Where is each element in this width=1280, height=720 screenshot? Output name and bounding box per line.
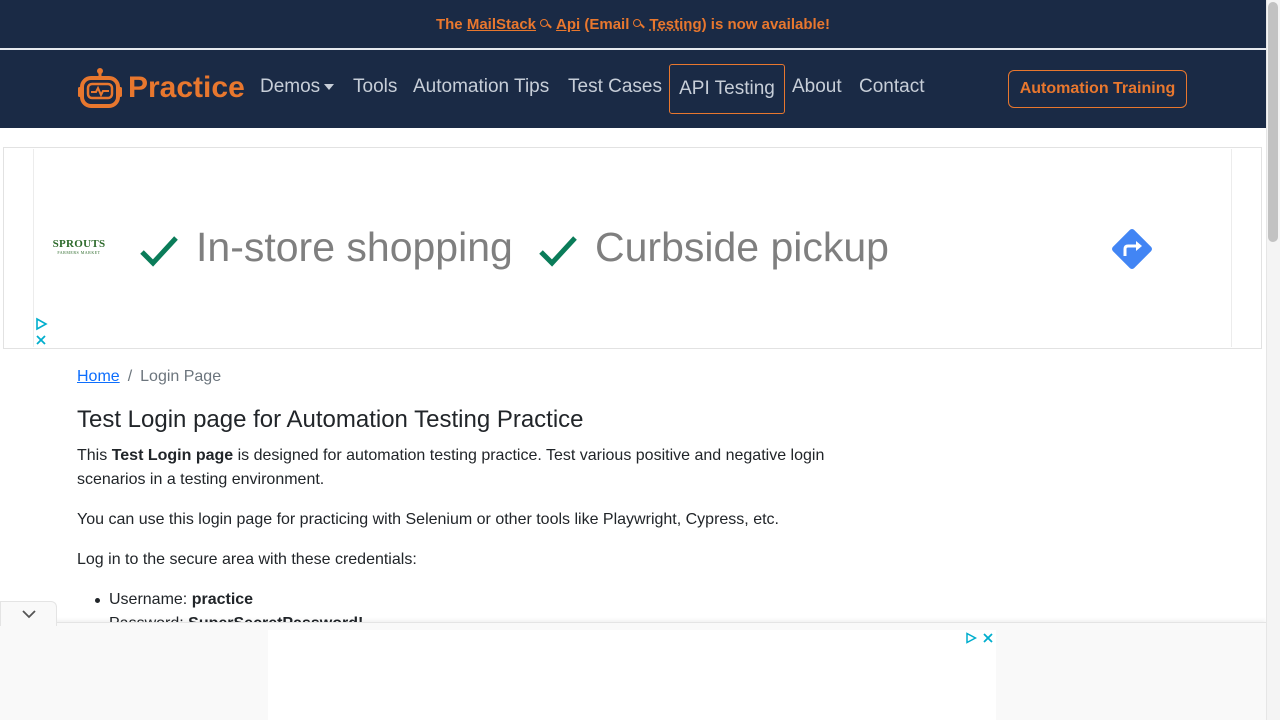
ad-choices-icon[interactable] — [34, 317, 48, 331]
intro-text-before: This — [77, 447, 108, 464]
directions-icon[interactable] — [1107, 224, 1157, 274]
breadcrumb-separator: / — [127, 368, 133, 385]
tools-paragraph: You can use this login page for practici… — [77, 511, 779, 528]
chevron-down-icon — [21, 610, 36, 619]
page: The MailStack Api (Email Testing ) is no… — [0, 0, 1280, 720]
ad-choices-icon[interactable] — [965, 632, 977, 644]
nav-automation-tips[interactable]: Automation Tips — [413, 76, 549, 98]
breadcrumb-home-link[interactable]: Home — [77, 368, 120, 386]
credential-label: Username: — [109, 591, 188, 608]
intro-bold: Test Login page — [111, 447, 234, 464]
nav-about[interactable]: About — [792, 76, 842, 98]
scrollbar-thumb[interactable] — [1268, 2, 1278, 242]
bottom-ad-content[interactable] — [268, 630, 996, 720]
ad-close-icon[interactable] — [982, 632, 994, 644]
caret-down-icon — [324, 83, 335, 90]
breadcrumb: Home / Login Page — [77, 368, 221, 386]
api-link[interactable]: Api — [556, 16, 580, 33]
ad-feature-in-store: In-store shopping — [196, 224, 513, 270]
credentials-intro: Log in to the secure area with these cre… — [77, 551, 417, 568]
page-title: Test Login page for Automation Testing P… — [77, 406, 584, 433]
key-icon — [633, 18, 645, 30]
navbar: Practice Demos Tools Automation Tips Tes… — [0, 50, 1266, 128]
breadcrumb-current: Login Page — [140, 368, 222, 385]
username-value: practice — [191, 591, 254, 608]
announcement-bar: The MailStack Api (Email Testing ) is no… — [0, 0, 1266, 48]
robot-logo-icon — [78, 68, 122, 108]
ad-close-icon[interactable] — [34, 333, 48, 347]
brand-link[interactable]: Practice — [78, 66, 245, 110]
advertiser-subtitle: FARMERS MARKET — [57, 250, 101, 255]
nav-tools[interactable]: Tools — [353, 76, 397, 98]
nav-contact[interactable]: Contact — [859, 76, 924, 98]
nav-test-cases[interactable]: Test Cases — [568, 76, 662, 98]
nav-api-testing[interactable]: API Testing — [669, 64, 785, 114]
mailstack-link[interactable]: MailStack — [467, 16, 536, 33]
list-item: Username: practice — [93, 588, 363, 612]
key-icon — [540, 18, 552, 30]
nav-label: Demos — [260, 76, 321, 97]
nav-demos[interactable]: Demos — [260, 76, 335, 98]
testing-link[interactable]: Testing — [649, 16, 701, 33]
collapse-ad-button[interactable] — [0, 601, 57, 626]
check-icon — [140, 236, 178, 267]
announcement-middle: (Email — [584, 15, 630, 33]
advertiser-logo: SPROUTS FARMERS MARKET — [52, 238, 106, 255]
advertiser-name: SPROUTS — [52, 238, 106, 250]
announcement-suffix: ) is now available! — [701, 15, 830, 33]
ad-feature-curbside: Curbside pickup — [595, 224, 889, 270]
announcement-prefix: The — [435, 15, 463, 33]
check-icon — [539, 236, 577, 267]
brand-name: Practice — [128, 71, 245, 104]
intro-paragraph: This Test Login page is designed for aut… — [77, 444, 867, 492]
automation-training-button[interactable]: Automation Training — [1008, 70, 1187, 108]
